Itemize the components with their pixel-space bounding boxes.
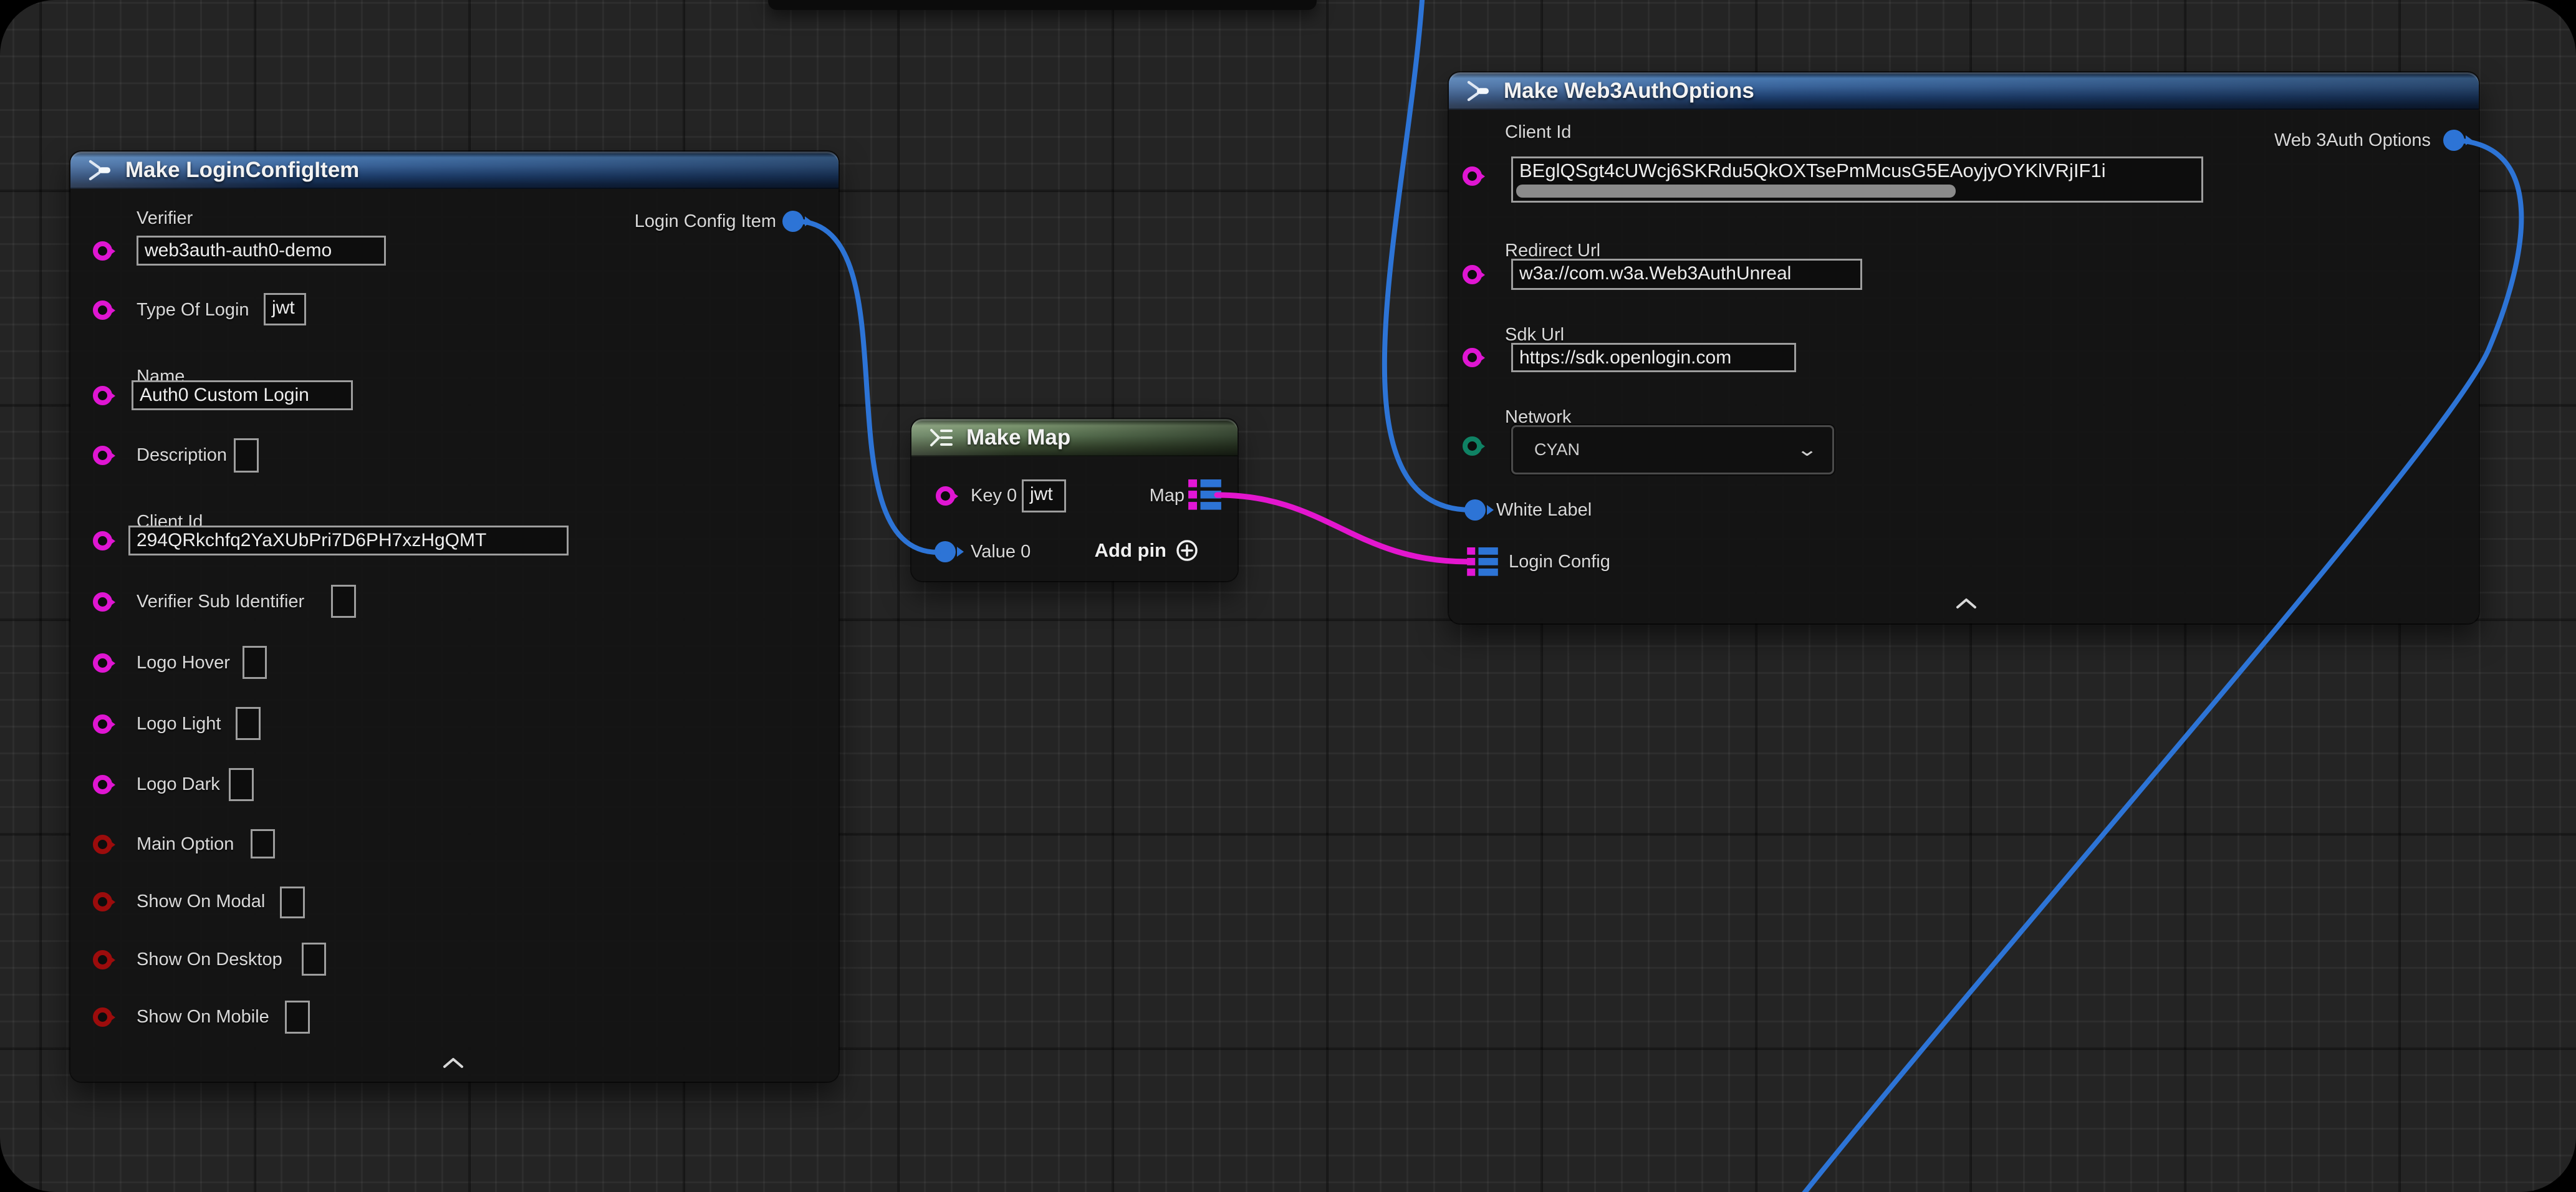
main-option-pin[interactable] — [93, 835, 112, 854]
pin-label: Verifier — [137, 208, 193, 229]
output-pin-label: Map — [1150, 485, 1185, 506]
graph-canvas[interactable]: Make LoginConfigItem Login Config Item V… — [0, 0, 2576, 1192]
sdk-url-pin[interactable] — [1463, 348, 1482, 367]
client-id-pin[interactable] — [93, 531, 112, 550]
logo-light-input[interactable] — [236, 707, 261, 740]
verifier-sub-identifier-pin[interactable] — [93, 592, 112, 612]
output-pin[interactable] — [2443, 130, 2464, 151]
network-pin[interactable] — [1463, 436, 1482, 456]
key0-pin[interactable] — [936, 486, 955, 506]
pin-label: Redirect Url — [1505, 240, 1600, 261]
pin-label: Logo Light — [137, 713, 221, 734]
pin-label: Sdk Url — [1505, 324, 1564, 345]
collapse-chevron-icon[interactable] — [1956, 597, 1977, 610]
network-dropdown[interactable]: CYAN ⌄ — [1511, 425, 1834, 474]
show-on-mobile-checkbox[interactable] — [285, 1001, 310, 1034]
client-id-pin[interactable] — [1463, 166, 1482, 186]
client-id-input[interactable]: 294QRkchfq2YaXUbPri7D6PH7xzHgQMT — [128, 526, 569, 555]
map-pin[interactable] — [1188, 479, 1221, 511]
pin-label: Type Of Login — [137, 299, 249, 320]
node-title: Make LoginConfigItem — [125, 158, 359, 183]
logo-light-pin[interactable] — [93, 714, 112, 734]
pin-label: Login Config — [1509, 551, 1610, 572]
output-pin-label: Login Config Item — [635, 211, 776, 232]
node-title: Make Map — [966, 425, 1070, 450]
type-of-login-pin[interactable] — [93, 300, 112, 320]
pin-label: Client Id — [1505, 122, 1571, 143]
network-selected-value: CYAN — [1534, 440, 1799, 459]
offscreen-node-edge[interactable] — [768, 0, 1317, 10]
pin-label: Verifier Sub Identifier — [137, 591, 304, 612]
chevron-down-icon: ⌄ — [1796, 439, 1818, 461]
verifier-input[interactable]: web3auth-auth0-demo — [137, 236, 386, 266]
logo-hover-input[interactable] — [243, 646, 267, 679]
verifier-pin[interactable] — [93, 241, 112, 261]
node-make-web3authoptions[interactable]: Make Web3AuthOptions Web 3Auth Options C… — [1449, 72, 2479, 623]
node-header[interactable]: Make Web3AuthOptions — [1449, 72, 2479, 110]
logo-dark-input[interactable] — [229, 768, 254, 801]
pin-label: Show On Modal — [137, 891, 265, 912]
node-header[interactable]: Make Map — [911, 419, 1238, 456]
show-on-modal-checkbox[interactable] — [280, 887, 305, 918]
node-make-loginconfigitem[interactable]: Make LoginConfigItem Login Config Item V… — [70, 151, 839, 1082]
white-label-pin[interactable] — [1464, 499, 1486, 521]
pin-label: Show On Desktop — [137, 949, 282, 970]
redirect-url-pin[interactable] — [1463, 265, 1482, 284]
verifier-sub-identifier-input[interactable] — [331, 585, 356, 618]
show-on-mobile-pin[interactable] — [93, 1007, 112, 1027]
logo-hover-pin[interactable] — [93, 653, 112, 673]
value0-pin[interactable] — [935, 541, 956, 562]
add-pin-plus-icon — [1175, 539, 1199, 562]
pin-label: Logo Dark — [137, 774, 220, 795]
show-on-desktop-pin[interactable] — [93, 950, 112, 969]
type-of-login-input[interactable]: jwt — [264, 293, 306, 325]
logo-dark-pin[interactable] — [93, 775, 112, 794]
pin-label: Show On Mobile — [137, 1006, 269, 1027]
add-pin-button[interactable]: Add pin — [1095, 539, 1199, 562]
pin-label: Description — [137, 445, 227, 466]
make-map-icon — [928, 427, 955, 448]
key0-input[interactable]: jwt — [1022, 479, 1066, 512]
client-id-scrollbar[interactable] — [1516, 185, 1956, 198]
pin-label: White Label — [1496, 499, 1592, 521]
name-input[interactable]: Auth0 Custom Login — [132, 380, 353, 410]
description-pin[interactable] — [93, 446, 112, 465]
make-struct-icon — [87, 159, 114, 181]
name-pin[interactable] — [93, 386, 112, 405]
show-on-modal-pin[interactable] — [93, 892, 112, 911]
wire-map-to-loginconfig[interactable] — [1217, 495, 1469, 562]
pin-label: Key 0 — [971, 485, 1017, 506]
node-make-map[interactable]: Make Map Key 0 jwt Map Value 0 Add pin — [911, 419, 1238, 581]
pin-label: Network — [1505, 406, 1571, 428]
login-config-map-pin[interactable] — [1467, 547, 1498, 577]
collapse-chevron-icon[interactable] — [443, 1057, 464, 1069]
pin-label: Value 0 — [971, 541, 1031, 562]
output-pin-label: Web 3Auth Options — [2274, 130, 2431, 151]
add-pin-label: Add pin — [1095, 539, 1166, 562]
description-input[interactable] — [234, 438, 259, 473]
pin-label: Main Option — [137, 834, 234, 855]
sdk-url-input[interactable]: https://sdk.openlogin.com — [1511, 343, 1796, 372]
show-on-desktop-checkbox[interactable] — [302, 943, 326, 976]
redirect-url-input[interactable]: w3a://com.w3a.Web3AuthUnreal — [1511, 259, 1862, 290]
make-struct-icon — [1465, 80, 1492, 102]
pin-label: Logo Hover — [137, 652, 230, 673]
main-option-checkbox[interactable] — [251, 829, 275, 858]
node-header[interactable]: Make LoginConfigItem — [70, 151, 839, 189]
node-title: Make Web3AuthOptions — [1504, 79, 1754, 103]
output-pin[interactable] — [782, 211, 804, 232]
